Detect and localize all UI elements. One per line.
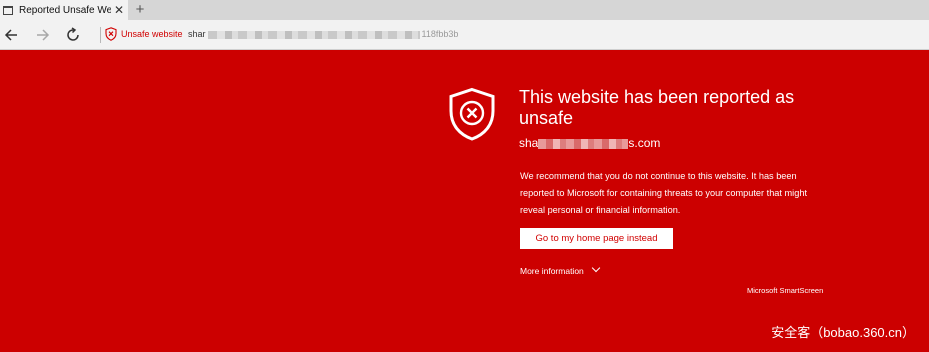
page-icon <box>3 5 13 15</box>
forward-arrow-icon[interactable] <box>32 25 52 45</box>
more-information-toggle[interactable]: More information <box>520 263 601 276</box>
domain-redacted <box>538 138 629 149</box>
url-redacted <box>207 30 420 39</box>
url-end: 118fbb3b <box>421 29 459 39</box>
back-arrow-icon[interactable] <box>2 25 22 45</box>
url-field[interactable]: shar 118fbb3b <box>188 29 458 39</box>
browser-tab[interactable]: Reported Unsafe Websi ✕ <box>0 0 128 20</box>
url-start: shar <box>188 29 206 39</box>
close-tab-icon[interactable]: ✕ <box>114 2 124 18</box>
domain-end: s.com <box>628 136 661 150</box>
unsafe-shield-icon[interactable] <box>105 27 117 41</box>
more-information-label: More information <box>520 266 584 276</box>
toolbar-divider <box>100 27 101 43</box>
go-home-button[interactable]: Go to my home page instead <box>520 228 673 249</box>
reported-domain: sha s.com <box>519 136 660 150</box>
tab-title: Reported Unsafe Websi <box>19 4 111 16</box>
warning-heading: This website has been reported as unsafe <box>519 87 795 128</box>
address-toolbar: Unsafe website shar 118fbb3b <box>0 20 929 50</box>
unsafe-website-label[interactable]: Unsafe website <box>121 29 183 39</box>
warning-page: This website has been reported as unsafe… <box>0 50 929 352</box>
smartscreen-label: Microsoft SmartScreen <box>747 286 824 295</box>
new-tab-button[interactable]: + <box>133 0 147 20</box>
shield-x-icon <box>449 87 495 141</box>
tab-strip: Reported Unsafe Websi ✕ + <box>0 0 929 20</box>
refresh-icon[interactable] <box>63 25 83 45</box>
warning-message: We recommend that you do not continue to… <box>520 171 807 215</box>
watermark-text: 安全客（bobao.360.cn） <box>771 325 915 340</box>
chevron-down-icon <box>591 263 601 273</box>
domain-start: sha <box>519 136 539 150</box>
